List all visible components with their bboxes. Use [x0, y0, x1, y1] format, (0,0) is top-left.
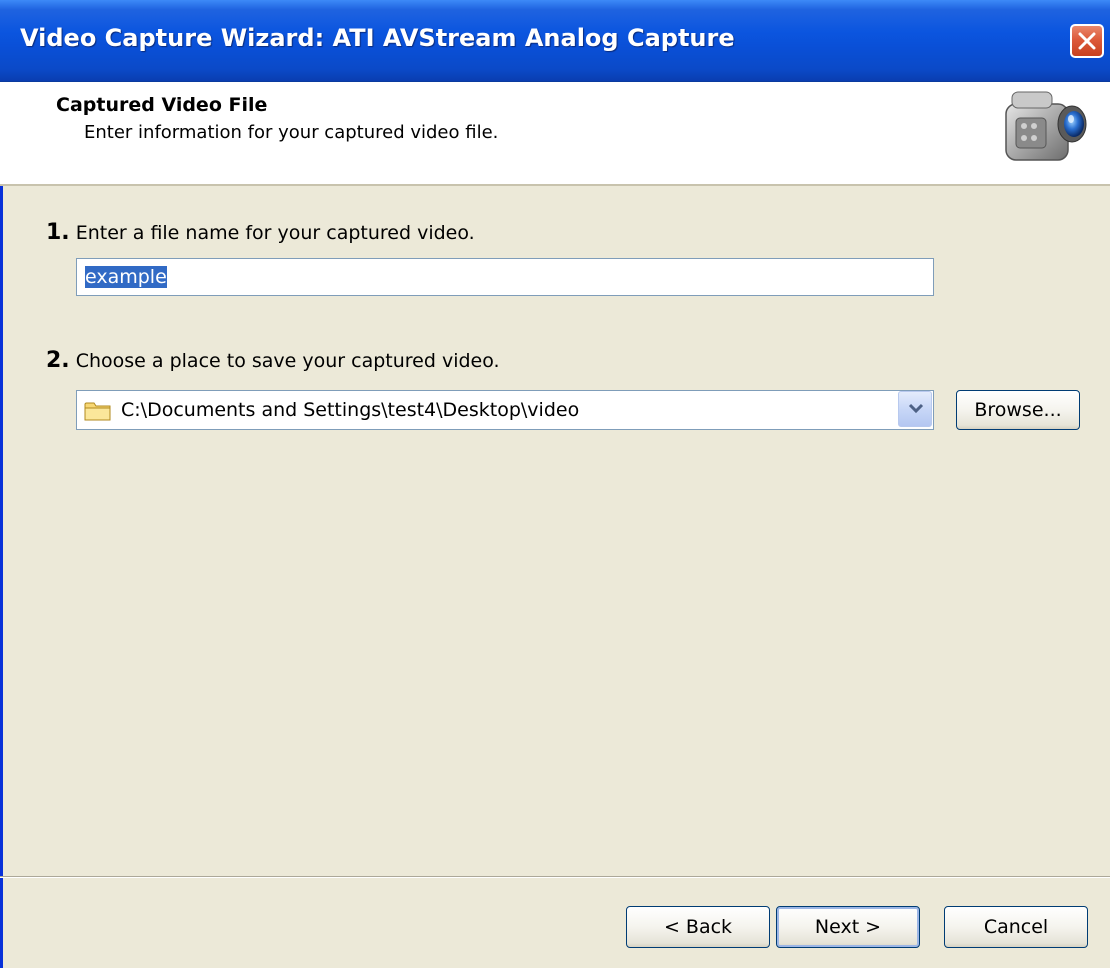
chevron-down-icon: [908, 403, 924, 414]
step1-label: 1. Enter a file name for your captured v…: [46, 220, 475, 245]
cancel-button[interactable]: Cancel: [944, 906, 1088, 948]
filename-input[interactable]: example: [76, 258, 934, 296]
back-button[interactable]: < Back: [626, 906, 770, 948]
save-location-combobox[interactable]: C:\Documents and Settings\test4\Desktop\…: [76, 390, 934, 430]
window-title: Video Capture Wizard: ATI AVStream Analo…: [20, 24, 735, 52]
step2-label: 2. Choose a place to save your captured …: [46, 348, 500, 373]
step2-text: Choose a place to save your captured vid…: [75, 350, 500, 372]
step1-number: 1.: [46, 220, 70, 245]
close-icon: [1078, 32, 1096, 50]
location-dropdown-button[interactable]: [898, 391, 932, 427]
filename-value: example: [85, 266, 167, 288]
close-button[interactable]: [1070, 24, 1104, 58]
step2-number: 2.: [46, 348, 70, 373]
footer-divider: [0, 876, 1110, 878]
browse-button[interactable]: Browse...: [956, 390, 1080, 430]
page-subtitle: Enter information for your captured vide…: [84, 122, 499, 143]
page-title: Captured Video File: [56, 94, 268, 116]
next-button[interactable]: Next >: [776, 906, 920, 948]
save-location-value: C:\Documents and Settings\test4\Desktop\…: [121, 399, 580, 421]
title-bar[interactable]: Video Capture Wizard: ATI AVStream Analo…: [0, 0, 1110, 82]
wizard-header: Captured Video File Enter information fo…: [0, 82, 1110, 186]
camcorder-icon: [1005, 91, 1087, 161]
step1-text: Enter a file name for your captured vide…: [75, 222, 475, 244]
folder-icon: [84, 402, 111, 421]
window-border-left: [0, 82, 3, 968]
